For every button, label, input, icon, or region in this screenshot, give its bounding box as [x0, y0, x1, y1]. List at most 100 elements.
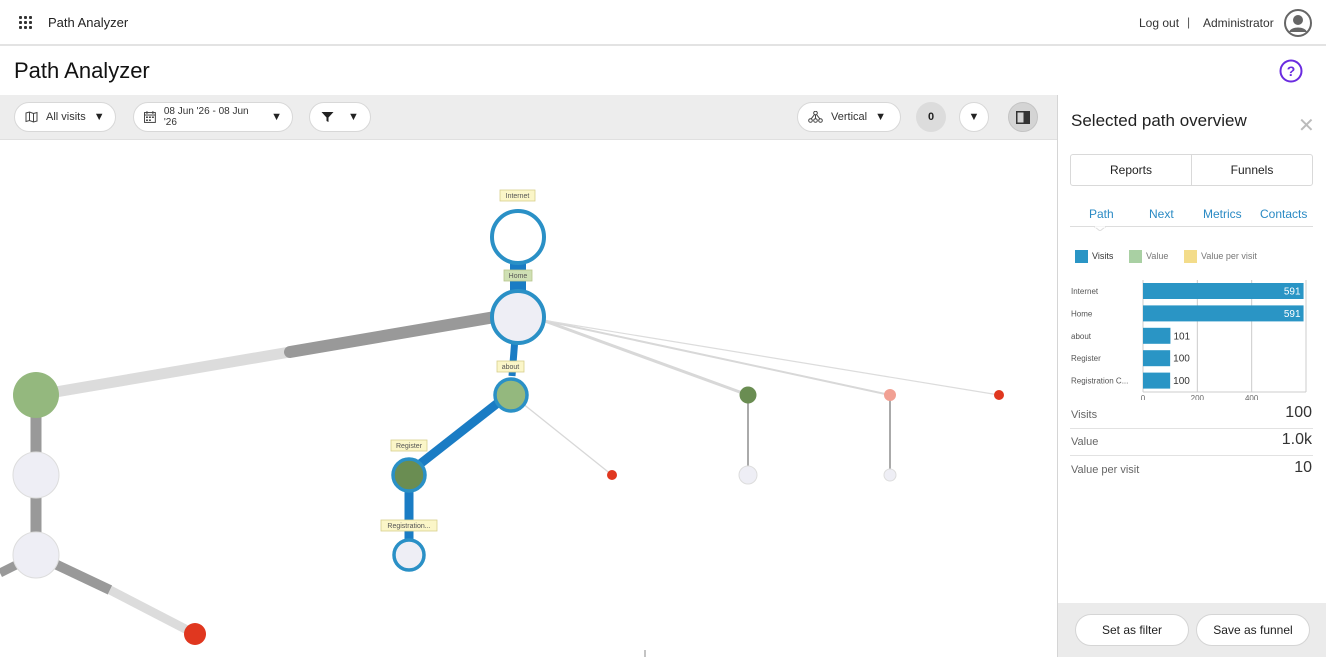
- filter-dropdown[interactable]: ▼: [309, 102, 371, 132]
- node-exit: [994, 390, 1004, 400]
- node-registration: [392, 538, 426, 572]
- bar-value-label: 100: [1173, 376, 1190, 387]
- legend-value[interactable]: Value: [1129, 250, 1168, 263]
- node-label-about: about: [496, 360, 525, 373]
- node-gray-tiny: [883, 468, 897, 482]
- toggle-panel-button[interactable]: [1008, 102, 1038, 132]
- metric-value: 10: [1294, 459, 1312, 476]
- bar-value-label: 591: [1284, 287, 1301, 298]
- metric-row: Visits 100: [1070, 403, 1313, 429]
- legend-swatch: [1184, 250, 1197, 263]
- save-as-funnel-button[interactable]: Save as funnel: [1196, 614, 1310, 646]
- hierarchy-icon: [808, 111, 823, 123]
- avatar-icon[interactable]: [1284, 9, 1312, 37]
- node-label-home: Home: [503, 269, 533, 282]
- node-register: [391, 457, 427, 493]
- node-salmon: [884, 389, 896, 401]
- tab-path[interactable]: Path: [1089, 207, 1114, 221]
- node-exit: [607, 470, 617, 480]
- count-badge[interactable]: 0: [916, 102, 946, 132]
- bar-value-label: 591: [1284, 309, 1301, 320]
- orientation-label: Vertical: [831, 111, 868, 123]
- tab-next[interactable]: Next: [1149, 207, 1174, 221]
- bar: [1143, 350, 1171, 367]
- node-left-green: [13, 372, 59, 418]
- bar: [1143, 372, 1171, 389]
- node-left-gray-2: [12, 531, 60, 579]
- panel-title: Selected path overview: [1071, 111, 1247, 130]
- metric-label: Value: [1071, 436, 1099, 448]
- svg-text:?: ?: [1287, 63, 1296, 79]
- visits-filter-label: All visits: [46, 111, 86, 123]
- node-label-register: Register: [390, 439, 428, 452]
- set-as-filter-button[interactable]: Set as filter: [1075, 614, 1189, 646]
- reports-funnels-toggle: Reports Funnels: [1070, 154, 1313, 186]
- tab-contacts[interactable]: Contacts: [1260, 207, 1307, 221]
- date-range-label: 08 Jun '26 - 08 Jun '26: [163, 106, 249, 128]
- logout-link[interactable]: Log out: [1139, 16, 1179, 30]
- svg-text:Registration...: Registration...: [387, 523, 430, 530]
- caret-down-icon: ▼: [271, 111, 282, 123]
- more-options-button[interactable]: ▼: [959, 102, 989, 132]
- metric-value: 100: [1285, 404, 1312, 421]
- visits-filter-dropdown[interactable]: All visits ▼: [14, 102, 116, 132]
- tab-metrics[interactable]: Metrics: [1203, 207, 1242, 221]
- legend-value-per-visit[interactable]: Value per visit: [1184, 250, 1257, 263]
- node-exit: [184, 623, 206, 645]
- top-bar: Path Analyzer Log out | Administrator: [0, 0, 1326, 46]
- caret-down-icon: ▼: [968, 111, 980, 123]
- calendar-icon: [144, 111, 156, 123]
- separator: |: [1187, 15, 1191, 29]
- bar: [1143, 283, 1304, 299]
- close-icon[interactable]: ✕: [1298, 113, 1315, 138]
- bar-category-label: Home: [1071, 309, 1093, 318]
- help-icon[interactable]: ?: [1279, 59, 1303, 83]
- active-tab-indicator: [1094, 226, 1106, 231]
- metric-label: Value per visit: [1071, 464, 1140, 476]
- date-range-picker[interactable]: 08 Jun '26 - 08 Jun '26 ▼: [133, 102, 293, 132]
- username[interactable]: Administrator: [1203, 16, 1274, 30]
- path-graph-canvas[interactable]: Internet Home about Register Registratio…: [0, 140, 1057, 657]
- svg-text:Register: Register: [396, 443, 423, 450]
- caret-down-icon: ▼: [348, 111, 359, 123]
- caret-down-icon: ▼: [875, 111, 886, 123]
- app-name[interactable]: Path Analyzer: [48, 15, 128, 30]
- tick-label: 200: [1191, 394, 1205, 400]
- legend-label: Value: [1146, 250, 1169, 261]
- metric-row: Value per visit 10: [1070, 458, 1313, 484]
- panel-tabs: Path Next Metrics Contacts: [1070, 205, 1313, 231]
- metric-label: Visits: [1071, 409, 1098, 421]
- svg-text:Internet: Internet: [506, 193, 530, 200]
- filter-icon: [321, 112, 334, 122]
- funnels-button[interactable]: Funnels: [1192, 155, 1312, 185]
- tick-label: 400: [1245, 394, 1259, 400]
- page-title: Path Analyzer: [14, 58, 150, 83]
- orientation-dropdown[interactable]: Vertical ▼: [797, 102, 901, 132]
- svg-text:Home: Home: [509, 273, 528, 280]
- node-label-internet: Internet: [499, 189, 536, 202]
- node-label-registration: Registration...: [380, 519, 438, 532]
- bar-value-label: 101: [1173, 331, 1190, 342]
- legend-swatch: [1075, 250, 1088, 263]
- map-icon: [25, 111, 38, 123]
- bar-category-label: Registration C...: [1071, 377, 1128, 386]
- bar-category-label: Register: [1071, 354, 1101, 363]
- bar: [1143, 327, 1171, 344]
- metric-row: Value 1.0k: [1070, 430, 1313, 456]
- node-left-gray-1: [12, 451, 60, 499]
- selected-path-panel: Selected path overview ✕ Reports Funnels…: [1057, 95, 1326, 657]
- legend-label: Value per visit: [1201, 250, 1257, 261]
- bar-category-label: Internet: [1071, 287, 1099, 296]
- tick-label: 0: [1141, 394, 1146, 400]
- reports-button[interactable]: Reports: [1071, 155, 1192, 185]
- legend-visits[interactable]: Visits: [1075, 250, 1113, 263]
- svg-text:about: about: [502, 364, 520, 371]
- node-gray-small: [738, 465, 758, 485]
- node-internet: [490, 209, 546, 265]
- app-launcher-icon[interactable]: [19, 16, 33, 30]
- node-green-small: [739, 386, 757, 404]
- node-about: [493, 377, 529, 413]
- caret-down-icon: ▼: [93, 111, 105, 123]
- node-home: [490, 289, 546, 345]
- panel-footer: Set as filter Save as funnel: [1058, 603, 1326, 657]
